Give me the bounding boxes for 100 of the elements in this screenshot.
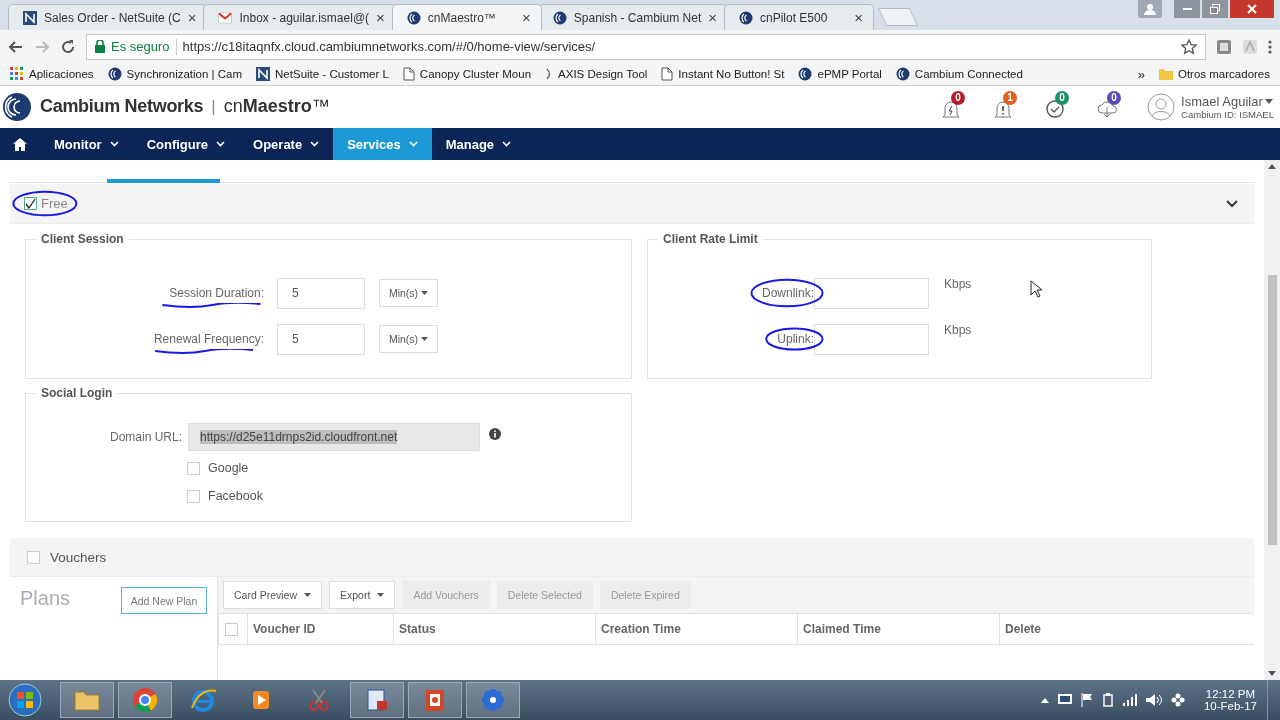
number-field[interactable]: 5 [277, 277, 365, 309]
monitor-icon[interactable] [1057, 694, 1072, 706]
field-label: Uplink: [777, 332, 814, 346]
panel-title: Client Session [36, 232, 129, 246]
unit-label: Kbps [944, 323, 972, 337]
apps-grid-icon [10, 67, 24, 82]
nav-menu[interactable]: Manage [431, 128, 526, 160]
toolbar-button[interactable]: Export [329, 581, 396, 609]
reload-icon[interactable] [60, 38, 76, 55]
url-field[interactable]: https://d25e11drnps2id.cloudfront.net [188, 423, 480, 451]
taskbar-button[interactable] [350, 682, 404, 718]
cambium-logo-icon [107, 67, 122, 82]
avatar-icon [1147, 92, 1176, 121]
count-badge: 0 [1055, 90, 1070, 105]
restore-button[interactable] [1202, 0, 1228, 18]
info-icon[interactable] [489, 428, 501, 440]
number-field[interactable]: 5 [277, 323, 365, 355]
bookmark-item[interactable]: Synchronization | Cam [107, 67, 243, 82]
cambium-logo-icon [406, 10, 421, 25]
lock-icon [95, 40, 105, 54]
show-hidden-icon[interactable] [1040, 697, 1049, 703]
bookmark-item[interactable]: Instant No Button! St [661, 67, 785, 82]
caret-icon [421, 291, 429, 295]
close-window-button[interactable] [1230, 0, 1274, 18]
nav-menu[interactable]: Monitor [40, 128, 133, 160]
scrollbar[interactable] [1264, 160, 1280, 680]
minimize-icon [1182, 8, 1192, 10]
taskbar-button[interactable] [60, 682, 114, 718]
security-label: Es seguro [111, 39, 170, 55]
minimize-button[interactable] [1174, 0, 1200, 18]
bookmark-folder[interactable]: Otros marcadores [1158, 68, 1270, 81]
flag-icon[interactable] [1080, 693, 1093, 707]
mail-icon [218, 10, 233, 25]
unit-dropdown[interactable]: Min(s) [379, 279, 438, 307]
tab-close-button[interactable]: × [854, 10, 863, 25]
bookmark-item[interactable]: NetSuite - Customer L [256, 67, 389, 82]
volume-icon[interactable] [1145, 693, 1162, 707]
close-icon [1247, 4, 1257, 14]
start-button[interactable] [8, 683, 42, 717]
tab-title: Inbox - aguilar.ismael@( [239, 10, 370, 25]
bookmark-item[interactable]: Cambium Connected [895, 67, 1023, 82]
address-field[interactable]: Es seguro https://c18itaqnfx.cloud.cambiumnetworks.com/#/0/home-view/services/ [86, 33, 1206, 60]
chevron-down-icon[interactable] [1226, 199, 1238, 208]
scroll-down-icon[interactable] [1268, 671, 1276, 676]
url-text: https://c18itaqnfx.cloud.cambiumnetworks.com/#/0/home-view/services/ [182, 39, 596, 55]
more-bookmarks-button[interactable]: » [1137, 66, 1145, 82]
clock[interactable]: 12:12 PM 10-Feb-17 [1203, 688, 1257, 712]
bookmark-item[interactable]: AXIS Design Tool [545, 67, 648, 82]
taskbar-button[interactable] [408, 682, 462, 718]
add-plan-button[interactable]: Add New Plan [121, 587, 207, 614]
flower-icon [479, 686, 507, 714]
restore-icon [1210, 4, 1220, 14]
extension-icon[interactable] [1216, 38, 1232, 55]
browser-tab[interactable]: cnPilot E500 × [724, 4, 874, 30]
column-header: Creation Time [596, 614, 798, 644]
field-label: Domain URL: [109, 430, 182, 444]
caret-icon [1264, 98, 1273, 104]
tab-close-button[interactable]: × [376, 10, 385, 25]
scroll-up-icon[interactable] [1268, 164, 1276, 169]
tab-title: Spanish - Cambium Net [573, 10, 702, 25]
nav-menu[interactable]: Operate [239, 128, 334, 160]
tab-close-button[interactable]: × [187, 10, 197, 25]
bookmark-item[interactable]: Aplicaciones [10, 67, 94, 82]
netsuite-icon [256, 67, 271, 82]
product-name: cnMaestro™ [223, 96, 330, 118]
bookmark-item[interactable]: Canopy Cluster Moun [402, 67, 532, 82]
back-icon[interactable] [8, 38, 24, 55]
page-icon [402, 67, 415, 82]
chevron-down-icon [216, 141, 226, 148]
unit-dropdown[interactable]: Min(s) [379, 325, 438, 353]
caret-icon [421, 337, 429, 341]
checkbox-label: Facebook [208, 489, 263, 503]
toolbar-button[interactable]: Card Preview [223, 581, 323, 609]
flower-icon[interactable] [1170, 693, 1185, 707]
checkbox[interactable] [24, 197, 37, 210]
folder-icon [1158, 68, 1173, 81]
cambium-logo-icon [552, 10, 567, 25]
rate-field[interactable] [814, 323, 929, 355]
profile-button[interactable] [1138, 0, 1162, 18]
section-title: Plans [20, 587, 71, 610]
browser-tab[interactable]: cnMaestro™ × [391, 4, 542, 30]
battery-icon[interactable] [1101, 693, 1114, 707]
mouse-pointer-icon [1030, 280, 1042, 298]
nav-menu[interactable]: Configure [132, 128, 240, 160]
user-name: Ismael Aguilar [1181, 93, 1263, 109]
tab-close-button[interactable]: × [522, 10, 531, 25]
tab-close-button[interactable]: × [708, 10, 717, 25]
menu-icon[interactable] [1268, 38, 1272, 55]
bookmark-item[interactable]: ePMP Portal [798, 67, 882, 82]
user-menu[interactable]: Ismael Aguilar Cambium ID: ISMAEL [1147, 92, 1274, 121]
person-icon [1144, 3, 1156, 15]
count-badge: 0 [951, 90, 966, 105]
scroll-thumb[interactable] [1267, 275, 1277, 545]
signal-icon[interactable] [1122, 694, 1137, 706]
checkmark-icon [25, 198, 36, 209]
chevron-down-icon [109, 141, 119, 148]
rate-field[interactable] [814, 277, 929, 309]
chevron-down-icon [502, 141, 512, 148]
star-icon[interactable] [1181, 38, 1197, 55]
taskbar-button[interactable] [118, 682, 172, 718]
